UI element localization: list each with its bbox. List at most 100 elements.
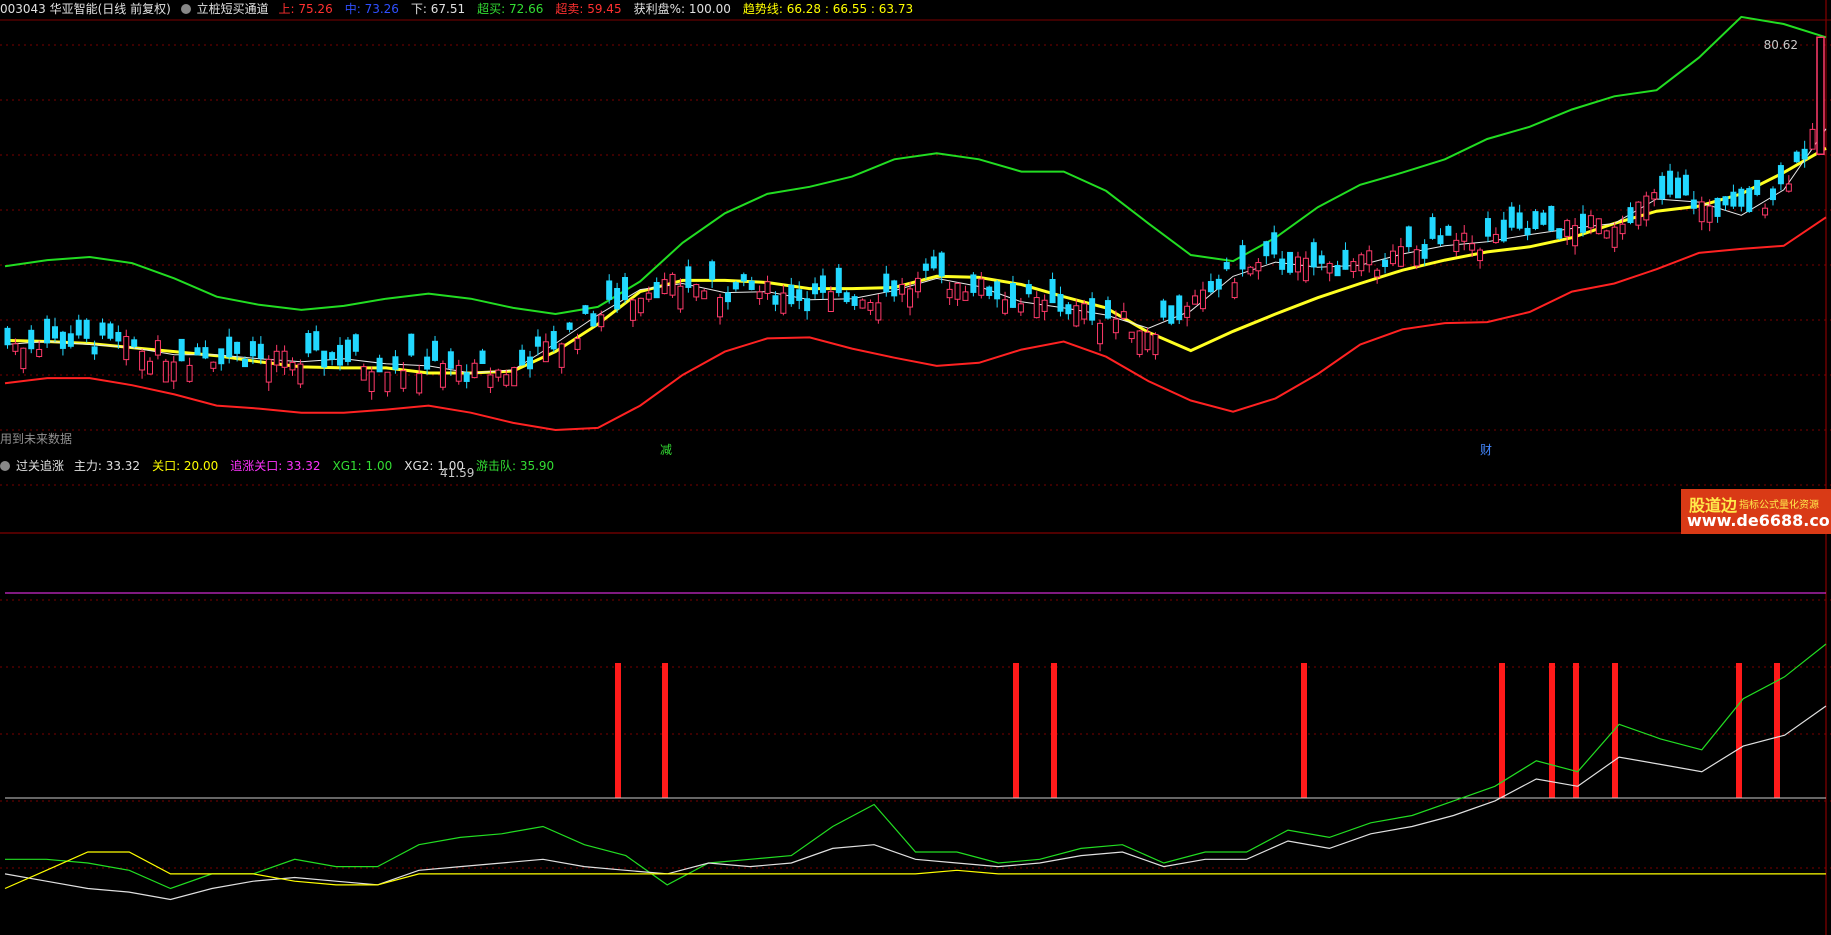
candle-body [44,318,51,344]
candle-body [1271,232,1278,255]
candle-body [946,288,953,299]
candle-body [1374,269,1381,278]
candle-body [447,351,454,369]
candle-body [1492,233,1499,244]
signal-bar [615,663,621,798]
sub-series-line [4,851,1826,890]
candle-body [408,333,415,356]
candle-body [1564,220,1571,237]
candle-body [1025,284,1032,295]
signal-bar [1051,663,1057,798]
candle-body [1081,303,1088,320]
candle-body [194,347,201,356]
candle-body [1097,322,1104,345]
candle-body [1777,165,1784,185]
candle-body [75,319,82,336]
candle-body [669,273,676,296]
candle-body [210,361,217,369]
candle-body [637,297,644,314]
candle-body [1809,128,1816,150]
candle-body [542,341,549,363]
candle-body [1382,259,1389,267]
candle-body [1176,295,1183,321]
candle-body [297,363,304,385]
candle-body [550,331,557,350]
candle-body [432,340,439,361]
candle-body [914,277,921,293]
candle-body [804,298,811,312]
candle-body [1120,311,1127,319]
candle-body [1397,246,1404,267]
candle-body [1413,249,1420,267]
candle-body [661,279,668,295]
candle-body [1294,256,1301,273]
candle-body [606,280,613,300]
candle-body [36,348,43,357]
price-low-label: 41.59 [440,466,474,480]
candle-body [99,322,106,336]
candle-body [20,347,27,370]
candle-body [566,322,573,330]
candle-body [867,302,874,311]
candle-body [455,364,462,382]
candle-body [115,331,122,342]
candle-body [938,252,945,277]
candle-body [1350,261,1357,272]
candle-body [1587,215,1594,229]
chart-canvas[interactable]: 80.62 41.59 [0,0,1831,935]
candle-body [812,283,819,295]
signal-bar [1301,663,1307,798]
candle-body [321,350,328,368]
candle-body [1508,206,1515,228]
candle-body [1801,148,1808,160]
candle-body [416,373,423,394]
candle-body [242,358,249,368]
signal-bar [1499,663,1505,798]
candle-body [1627,207,1634,224]
candle-body [1009,282,1016,308]
candle-body [1793,151,1800,163]
candle-body [859,299,866,309]
candle-body [1144,331,1151,351]
signal-bar [662,663,668,798]
candle-body [994,281,1001,300]
candle-body [590,313,597,327]
candle-body [1619,223,1626,235]
candle-body [360,366,367,381]
candle-body [653,281,660,299]
signal-bar [1573,663,1579,798]
candle-body [1674,177,1681,199]
candle-body [186,364,193,382]
candle-body [1516,212,1523,229]
main-series-line [4,128,1827,374]
candle-body [954,282,961,300]
candle-body [1754,179,1761,195]
candle-body [1389,250,1396,265]
candle-body [1682,174,1689,196]
candle-body [1239,245,1246,270]
candle-body [1302,257,1309,282]
candle-body [1461,232,1468,242]
candle-body [1611,226,1618,248]
candle-body [463,372,470,382]
candle-body [1128,331,1135,340]
candle-body [337,344,344,366]
candle-body [1073,305,1080,327]
candle-body [796,289,803,301]
candle-body [693,284,700,298]
candle-body [392,356,399,370]
candle-body [1477,249,1484,262]
candle-body [384,371,391,393]
candle-body [154,340,161,356]
candle-body [67,333,74,347]
candle-body [1112,318,1119,334]
candle-body [1160,300,1167,318]
candle-body [1762,207,1769,216]
candle-body [1690,199,1697,209]
candle-body [1405,226,1412,248]
candle-body [1579,213,1586,233]
candle-body [107,323,114,339]
candle-body [1287,251,1294,273]
candle-body [234,341,241,354]
candle-body [772,295,779,305]
